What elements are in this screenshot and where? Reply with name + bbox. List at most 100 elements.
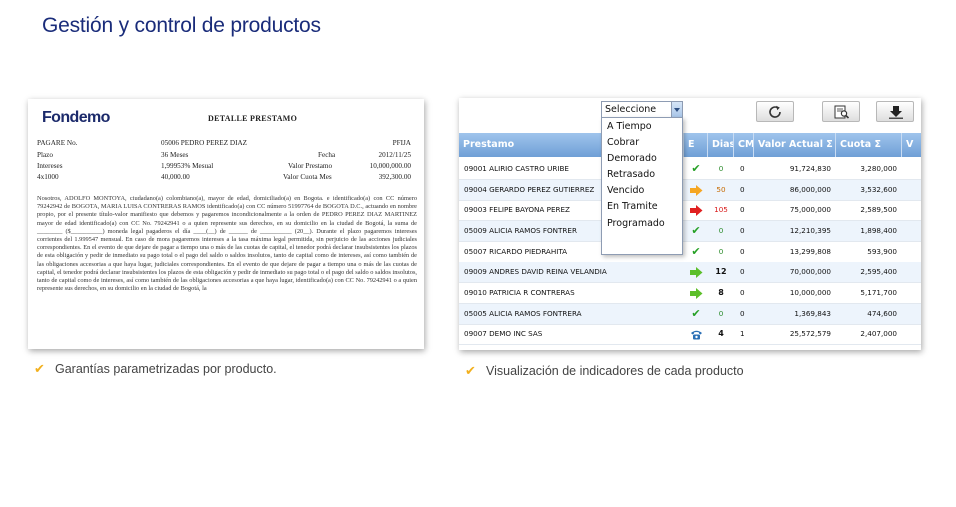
doc-label: PAGARE No. xyxy=(37,139,78,147)
row-cuota: 5,171,700 xyxy=(860,288,897,297)
row-days: 0 xyxy=(718,309,724,318)
row-valor-actual: 12,210,395 xyxy=(789,226,831,235)
page-title: Gestión y control de productos xyxy=(42,14,321,37)
table-row[interactable]: 05007 RICARDO PIEDRAHITA ✔ 0 0 13,299,80… xyxy=(459,242,921,263)
row-days: 8 xyxy=(718,288,724,297)
check-icon: ✔ xyxy=(465,364,476,379)
table-row[interactable]: 05005 ALICIA RAMOS FONTRERA ✔ 0 0 1,369,… xyxy=(459,304,921,325)
row-valor-actual: 10,000,000 xyxy=(789,288,831,297)
document-heading: DETALLE PRESTAMO xyxy=(208,114,298,123)
table-row[interactable]: 09003 FELIPE BAYONA PEREZ 105 0 75,000,0… xyxy=(459,200,921,221)
chevron-down-icon[interactable] xyxy=(671,102,682,117)
doc-value-right: 2012/11/25 xyxy=(378,151,411,159)
row-valor-actual: 70,000,000 xyxy=(789,267,831,276)
option-en-tramite[interactable]: En Tramite xyxy=(602,199,682,215)
table-row[interactable]: 09007 DEMO INC SAS 4 1 25,572,579 2,407,… xyxy=(459,324,921,345)
row-loan-name: 09007 DEMO INC SAS xyxy=(464,329,543,338)
status-filter-select[interactable]: Seleccione xyxy=(601,101,683,118)
doc-label-right: Valor Prestamo xyxy=(288,162,333,170)
doc-value: 36 Meses xyxy=(161,151,189,159)
column-header-extra[interactable]: V xyxy=(902,133,921,157)
check-icon: ✔ xyxy=(691,162,701,175)
promissory-note-text: Nosotros, ADOLFO MONTOYA, ciudadano(a) c… xyxy=(37,195,417,293)
arrow-right-orange-icon xyxy=(690,185,703,196)
row-days: 0 xyxy=(718,164,724,173)
doc-label-right: Valor Cuota Mes xyxy=(283,173,332,181)
table-row[interactable]: 05009 ALICIA RAMOS FONTRER ✔ 0 0 12,210,… xyxy=(459,221,921,242)
row-cuota: 474,600 xyxy=(867,309,897,318)
doc-label: 4x1000 xyxy=(37,173,59,181)
row-cm: 0 xyxy=(740,226,745,235)
option-cobrar[interactable]: Cobrar xyxy=(602,135,682,151)
option-demorado[interactable]: Demorado xyxy=(602,151,682,167)
column-header-dias[interactable]: Dias xyxy=(708,133,734,157)
table-row[interactable]: 09004 GERARDO PEREZ GUTIERREZ 50 0 86,00… xyxy=(459,180,921,201)
status-filter-options: A Tiempo Cobrar Demorado Retrasado Venci… xyxy=(601,117,683,255)
table-row[interactable]: 09001 ALIRIO CASTRO URIBE ✔ 0 0 91,724,8… xyxy=(459,159,921,180)
arrow-right-red-icon xyxy=(690,205,703,216)
row-cm: 0 xyxy=(740,247,745,256)
doc-row-plazo: Plazo 36 Meses Fecha 2012/11/25 xyxy=(37,151,411,162)
row-valor-actual: 25,572,579 xyxy=(789,329,831,338)
option-retrasado[interactable]: Retrasado xyxy=(602,167,682,183)
row-days: 0 xyxy=(718,247,724,256)
doc-value: 05006 PEDRO PEREZ DIAZ xyxy=(161,139,248,147)
doc-label: Plazo xyxy=(37,151,53,159)
column-header-valor-actual[interactable]: Valor Actual Σ xyxy=(754,133,836,157)
grid-header: Prestamo E Dias CM Valor Actual Σ Cuota … xyxy=(459,133,921,157)
caption-left: Garantías parametrizadas por producto. xyxy=(55,362,277,376)
check-icon: ✔ xyxy=(34,362,45,377)
row-cuota: 3,280,000 xyxy=(860,164,897,173)
arrow-right-green-icon xyxy=(690,267,703,278)
row-loan-name: 09009 ANDRES DAVID REINA VELANDIA xyxy=(464,267,607,276)
view-document-button[interactable] xyxy=(822,101,860,122)
option-programado[interactable]: Programado xyxy=(602,216,682,232)
download-icon xyxy=(889,106,903,119)
column-header-cuota[interactable]: Cuota Σ xyxy=(836,133,902,157)
doc-label-right: Fecha xyxy=(318,151,336,159)
loans-grid-panel: Prestamo E Dias CM Valor Actual Σ Cuota … xyxy=(459,98,921,350)
row-valor-actual: 1,369,843 xyxy=(794,309,831,318)
doc-label: Intereses xyxy=(37,162,63,170)
row-cuota: 2,595,400 xyxy=(860,267,897,276)
doc-value: 1,99953% Mesual xyxy=(161,162,214,170)
table-row[interactable]: 09010 PATRICIA R CONTRERAS 8 0 10,000,00… xyxy=(459,283,921,304)
row-valor-actual: 86,000,000 xyxy=(789,185,831,194)
refresh-button[interactable] xyxy=(756,101,794,122)
table-row[interactable]: 09009 ANDRES DAVID REINA VELANDIA 12 0 7… xyxy=(459,262,921,283)
row-cm: 0 xyxy=(740,164,745,173)
doc-row-intereses: Intereses 1,99953% Mesual Valor Prestamo… xyxy=(37,162,411,173)
arrow-right-green-icon xyxy=(690,288,703,299)
row-days: 105 xyxy=(714,205,728,214)
row-cuota: 2,407,000 xyxy=(860,329,897,338)
row-cuota: 593,900 xyxy=(867,247,897,256)
check-icon: ✔ xyxy=(691,245,701,258)
column-header-estado[interactable]: E xyxy=(684,133,708,157)
row-cuota: 1,898,400 xyxy=(860,226,897,235)
option-a-tiempo[interactable]: A Tiempo xyxy=(602,119,682,135)
doc-row-pagare: PAGARE No. 05006 PEDRO PEREZ DIAZ PFIJA xyxy=(37,139,411,150)
phone-icon xyxy=(691,330,702,340)
fondemo-logo: Fondemo xyxy=(42,109,110,126)
row-cm: 0 xyxy=(740,205,745,214)
row-cuota: 3,532,600 xyxy=(860,185,897,194)
row-days: 4 xyxy=(718,329,724,338)
doc-value-right: 392,300.00 xyxy=(378,173,411,181)
doc-row-4x1000: 4x1000 40,000.00 Valor Cuota Mes 392,300… xyxy=(37,173,411,184)
check-icon: ✔ xyxy=(691,224,701,237)
download-button[interactable] xyxy=(876,101,914,122)
doc-value-right: 10,000,000.00 xyxy=(369,162,411,170)
loan-document-preview: Fondemo DETALLE PRESTAMO PAGARE No. 0500… xyxy=(28,99,424,349)
row-cuota: 2,589,500 xyxy=(860,205,897,214)
row-valor-actual: 75,000,000 xyxy=(789,205,831,214)
row-loan-name: 05005 ALICIA RAMOS FONTRERA xyxy=(464,309,582,318)
row-cm: 0 xyxy=(740,185,745,194)
row-days: 0 xyxy=(718,226,724,235)
column-header-cm[interactable]: CM xyxy=(734,133,754,157)
status-filter-value: Seleccione xyxy=(605,104,657,115)
row-cm: 1 xyxy=(740,329,745,338)
row-days: 50 xyxy=(716,185,726,194)
refresh-icon xyxy=(769,105,781,118)
option-vencido[interactable]: Vencido xyxy=(602,183,682,199)
row-days: 12 xyxy=(715,267,727,276)
